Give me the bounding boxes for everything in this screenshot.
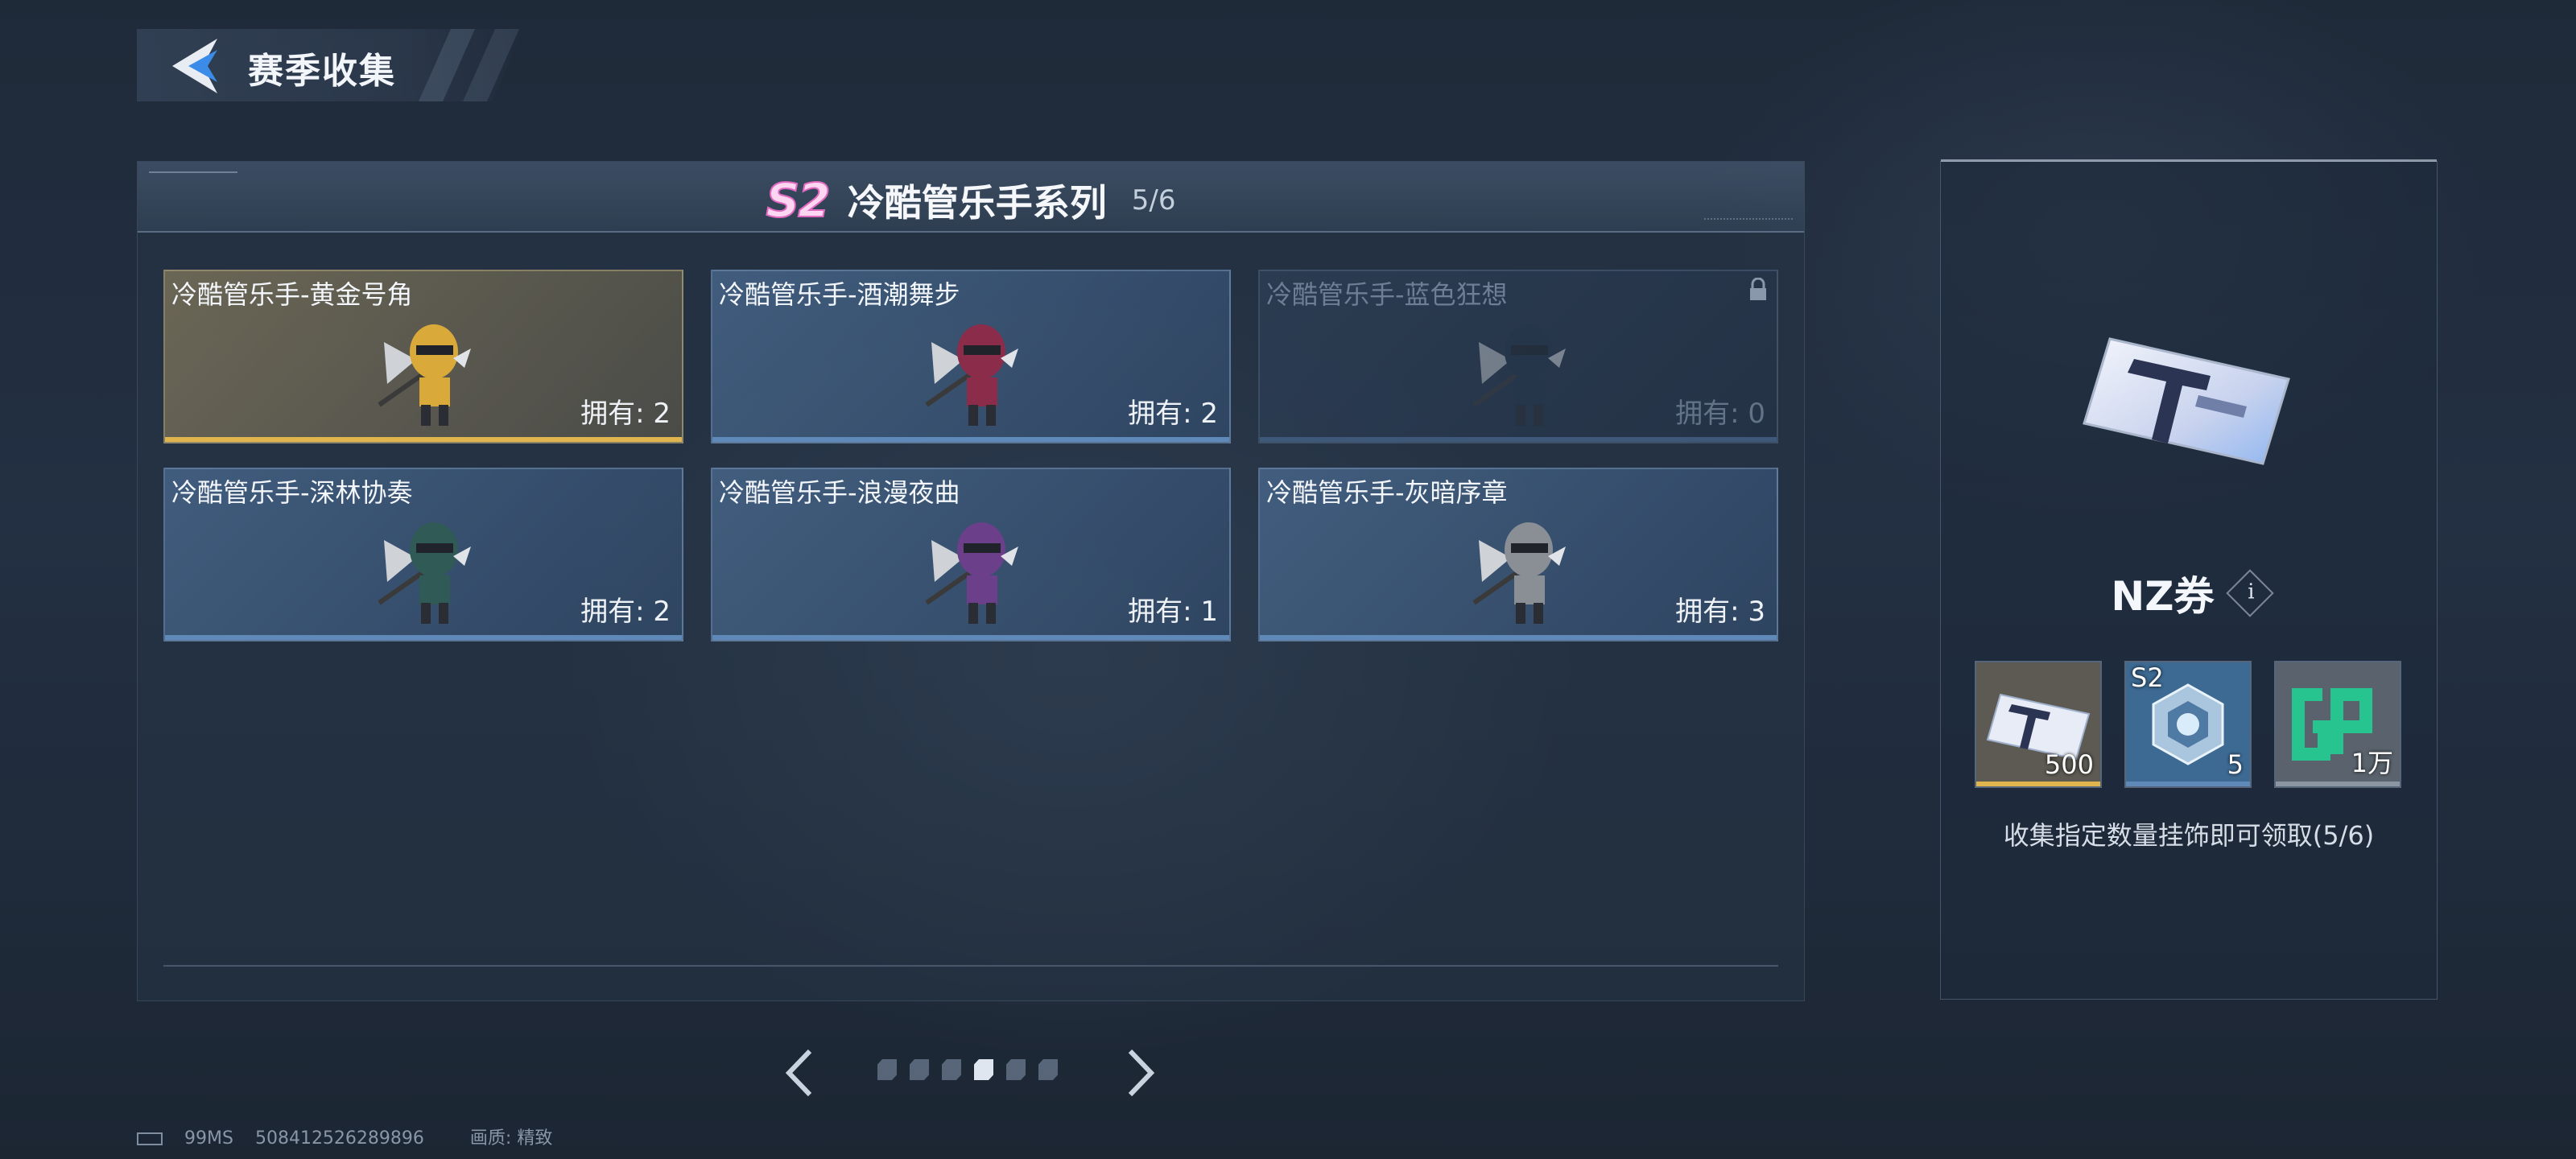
page-dot[interactable]	[877, 1059, 897, 1080]
pendant-card[interactable]: 冷酷管乐手-灰暗序章拥有: 3	[1258, 468, 1778, 641]
rarity-bar	[1260, 635, 1777, 640]
reward-item[interactable]: 500	[1975, 661, 2102, 788]
season-tag: S2	[765, 172, 831, 229]
pendant-figure-image	[376, 508, 474, 629]
pendant-card[interactable]: 冷酷管乐手-蓝色狂想拥有: 0	[1258, 270, 1778, 443]
back-arrow-icon[interactable]	[166, 35, 224, 97]
pendant-name: 冷酷管乐手-黄金号角	[171, 279, 413, 310]
reward-panel: NZ券 i 500 S2 5 1万 收集指定数量挂饰即可领取(5/6)	[1940, 159, 2438, 1000]
rarity-bar	[165, 437, 682, 442]
lock-icon	[1748, 277, 1769, 302]
pendant-name: 冷酷管乐手-深林协奏	[171, 477, 413, 508]
rarity-bar	[165, 635, 682, 640]
rarity-bar	[712, 437, 1229, 442]
owned-count: 拥有: 2	[580, 398, 671, 430]
nz-ticket-icon	[2083, 337, 2290, 465]
reward-quantity: 500	[2044, 749, 2094, 780]
series-progress: 5/6	[1131, 184, 1176, 217]
info-icon[interactable]: i	[2225, 569, 2274, 617]
page-dot[interactable]	[1006, 1059, 1026, 1080]
status-footer: 99MS 508412526289896 画质: 精致	[137, 1124, 568, 1149]
pendant-name: 冷酷管乐手-浪漫夜曲	[719, 477, 960, 508]
reward-item[interactable]: S2 5	[2124, 661, 2252, 788]
pendant-name: 冷酷管乐手-酒潮舞步	[719, 279, 960, 310]
page-title: 赛季收集	[248, 51, 396, 92]
page-dot[interactable]	[974, 1059, 993, 1080]
page-indicator	[877, 1059, 1071, 1083]
series-header: S2 冷酷管乐手系列 5/6	[138, 162, 1804, 233]
graphics-quality: 画质: 精致	[469, 1128, 553, 1149]
pendant-figure-image	[376, 310, 474, 431]
owned-count: 拥有: 3	[1675, 596, 1765, 628]
player-id: 508412526289896	[254, 1128, 424, 1149]
page-dot[interactable]	[1038, 1059, 1058, 1080]
pendant-card[interactable]: 冷酷管乐手-深林协奏拥有: 2	[163, 468, 683, 641]
pendant-card[interactable]: 冷酷管乐手-酒潮舞步拥有: 2	[711, 270, 1231, 443]
pendant-card[interactable]: 冷酷管乐手-浪漫夜曲拥有: 1	[711, 468, 1231, 641]
pendant-figure-image	[923, 508, 1022, 629]
latency-text: 99MS	[184, 1128, 233, 1149]
divider	[163, 965, 1778, 967]
reward-item[interactable]: 1万	[2274, 661, 2401, 788]
owned-count: 拥有: 0	[1675, 398, 1765, 430]
battery-icon	[137, 1132, 163, 1145]
pendant-name: 冷酷管乐手-蓝色狂想	[1266, 279, 1508, 310]
rarity-bar	[1976, 782, 2100, 786]
reward-quantity: 5	[2227, 749, 2244, 780]
rarity-bar	[1260, 437, 1777, 442]
chevron-right-icon[interactable]	[1121, 1045, 1161, 1101]
page-dot[interactable]	[942, 1059, 961, 1080]
pendant-name: 冷酷管乐手-灰暗序章	[1266, 477, 1508, 508]
season-tag: S2	[2131, 662, 2164, 693]
pendant-figure-image	[1471, 310, 1569, 431]
page-dot[interactable]	[910, 1059, 929, 1080]
owned-count: 拥有: 1	[1128, 596, 1218, 628]
owned-count: 拥有: 2	[580, 596, 671, 628]
reward-title: NZ券	[2111, 573, 2215, 620]
pendant-card[interactable]: 冷酷管乐手-黄金号角拥有: 2	[163, 270, 683, 443]
pendant-figure-image	[923, 310, 1022, 431]
rarity-bar	[712, 635, 1229, 640]
chevron-left-icon[interactable]	[779, 1045, 819, 1101]
series-name: 冷酷管乐手系列	[847, 181, 1107, 225]
reward-quantity: 1万	[2351, 748, 2393, 778]
header-stripes-decoration	[419, 29, 519, 101]
pendant-figure-image	[1471, 508, 1569, 629]
series-title: S2 冷酷管乐手系列 5/6	[138, 172, 1804, 229]
owned-count: 拥有: 2	[1128, 398, 1218, 430]
collection-panel: S2 冷酷管乐手系列 5/6 冷酷管乐手-黄金号角 拥有: 2 冷酷管乐手-酒潮舞步…	[137, 161, 1805, 1001]
reward-description: 收集指定数量挂饰即可领取(5/6)	[2003, 820, 2375, 851]
rarity-bar	[2276, 782, 2400, 786]
rarity-bar	[2126, 782, 2250, 786]
panel-top-line	[1941, 159, 2437, 162]
reward-title-row: NZ券 i	[1941, 564, 2437, 622]
